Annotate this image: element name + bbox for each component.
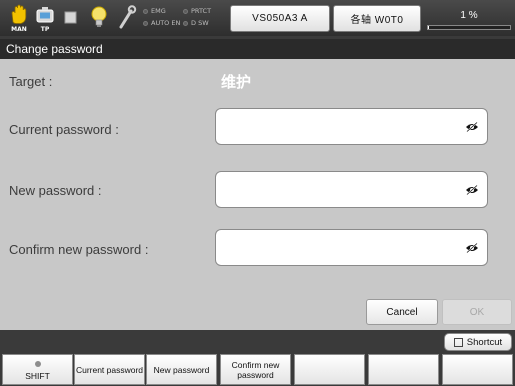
mode-man-indicator: MAN: [6, 3, 32, 33]
hide-password-icon[interactable]: [465, 185, 479, 195]
shift-key[interactable]: SHIFT: [2, 354, 73, 385]
shift-label: SHIFT: [25, 371, 50, 381]
robot-select-label: VS050A3 A: [252, 13, 308, 24]
man-caption: MAN: [11, 26, 27, 33]
prtct-label: PRTCT: [191, 7, 212, 15]
function-key-6[interactable]: [368, 354, 439, 385]
prtct-led: [183, 8, 188, 14]
hand-icon: [11, 4, 27, 24]
tp-caption: TP: [40, 26, 50, 33]
lightbulb-icon: [91, 6, 107, 27]
hide-password-icon[interactable]: [465, 122, 479, 132]
function-key-bar: Shortcut SHIFT Current password New pass…: [0, 330, 515, 386]
tool-indicator: [114, 3, 140, 33]
stop-square-icon: [64, 11, 77, 24]
new-password-key-label: New password: [153, 364, 210, 375]
cancel-button[interactable]: Cancel: [366, 299, 438, 325]
new-password-field[interactable]: [215, 171, 488, 208]
emg-indicator: EMG: [143, 7, 166, 15]
speed-progress-fill: [428, 26, 429, 29]
confirm-password-field[interactable]: [215, 229, 488, 266]
target-label: Target :: [9, 74, 53, 89]
emg-label: EMG: [151, 7, 166, 15]
teach-pendant-icon: [36, 7, 54, 23]
speed-percent-label: 1 %: [460, 10, 478, 21]
hide-password-icon[interactable]: [465, 243, 479, 253]
auto-en-label: AUTO EN: [151, 19, 181, 27]
teach-pendant-indicator: TP: [32, 3, 58, 33]
ok-label: OK: [469, 306, 485, 318]
auto-en-indicator: AUTO EN: [143, 19, 180, 27]
current-password-key-label: Current password: [75, 364, 144, 375]
page-title: Change password: [0, 39, 515, 59]
lamp-indicator: [86, 3, 112, 33]
speed-progress-bar: [427, 25, 511, 30]
confirm-password-label: Confirm new password :: [9, 242, 149, 257]
emg-led: [143, 8, 148, 14]
dsw-led: [183, 20, 188, 26]
auto-en-led: [143, 20, 148, 26]
stop-indicator: [58, 3, 84, 33]
function-key-5[interactable]: [294, 354, 365, 385]
wrench-icon: [119, 5, 137, 29]
new-password-label: New password :: [9, 183, 102, 198]
current-password-label: Current password :: [9, 122, 119, 137]
shortcut-button[interactable]: Shortcut: [444, 333, 512, 351]
dsw-label: D SW: [191, 19, 209, 27]
shortcut-label: Shortcut: [466, 336, 503, 348]
confirm-new-password-key-label: Confirm new password: [231, 359, 280, 380]
target-value: 维护: [221, 73, 252, 91]
axis-mode-button[interactable]: 各轴 W0T0: [333, 5, 421, 32]
new-password-key[interactable]: New password: [146, 354, 217, 385]
shift-led-icon: [34, 361, 41, 367]
dsw-indicator: D SW: [183, 19, 209, 27]
change-password-panel: Target : 维护 Current password : New passw…: [0, 59, 515, 330]
ok-button[interactable]: OK: [442, 299, 512, 325]
prtct-indicator: PRTCT: [183, 7, 211, 15]
current-password-field[interactable]: [215, 108, 488, 145]
robot-select-button[interactable]: VS050A3 A: [230, 5, 330, 32]
axis-mode-label: 各轴 W0T0: [350, 15, 404, 26]
function-key-7[interactable]: [442, 354, 513, 385]
cancel-label: Cancel: [386, 306, 418, 318]
current-password-key[interactable]: Current password: [74, 354, 145, 385]
shortcut-icon: [453, 337, 463, 347]
confirm-new-password-key[interactable]: Confirm new password: [220, 354, 291, 385]
status-bar: MAN TP EMG PRTCT AUTO EN D SW VS050A3 A …: [0, 0, 515, 36]
